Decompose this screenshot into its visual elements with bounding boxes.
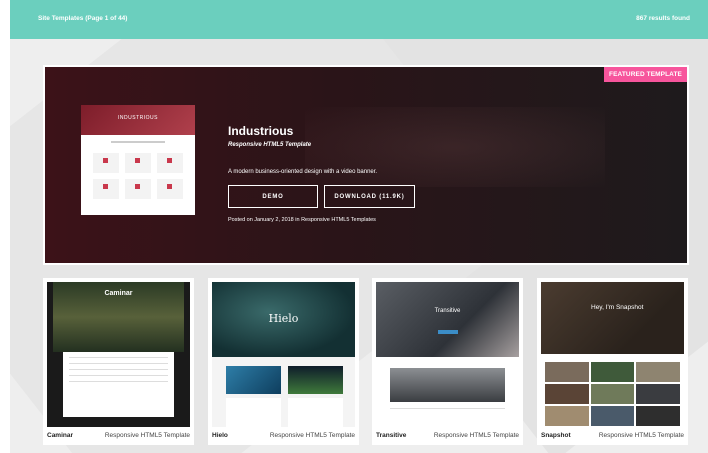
demo-button[interactable]: DEMO xyxy=(228,185,318,208)
template-name[interactable]: Caminar xyxy=(47,432,73,439)
preview-image xyxy=(288,366,343,394)
template-type: Responsive HTML5 Template xyxy=(433,432,519,439)
preview-photo-grid xyxy=(545,362,680,426)
template-preview[interactable]: Hey, I'm Snapshot xyxy=(541,282,684,427)
template-card-caminar[interactable]: Caminar Caminar Responsive HTML5 Templat… xyxy=(43,278,194,445)
preview-text-block xyxy=(288,398,343,427)
template-type: Responsive HTML5 Template xyxy=(598,432,684,439)
thumbnail-hero: INDUSTRIOUS xyxy=(81,105,195,135)
featured-template-card[interactable]: FEATURED TEMPLATE INDUSTRIOUS Industriou… xyxy=(43,65,689,265)
template-name[interactable]: Snapshot xyxy=(541,432,571,439)
preview-hero-title: Caminar xyxy=(104,290,133,297)
thumbnail-feature-grid xyxy=(81,143,195,199)
preview-text-block xyxy=(226,398,281,427)
template-preview[interactable]: Hielo xyxy=(212,282,355,427)
preview-hero: Caminar xyxy=(53,282,184,352)
preview-hero: Transitive xyxy=(376,282,519,357)
featured-badge: FEATURED TEMPLATE xyxy=(604,67,687,82)
preview-hero-title: Hielo xyxy=(268,312,299,325)
results-count: 867 results found xyxy=(636,15,690,22)
preview-hero-title: Hey, I'm Snapshot xyxy=(591,304,644,311)
template-preview[interactable]: Caminar xyxy=(47,282,190,427)
preview-hero-title: Transitive xyxy=(434,308,461,314)
preview-divider xyxy=(390,408,505,409)
page-title: Site Templates (Page 1 of 44) xyxy=(38,15,128,22)
featured-banner: FEATURED TEMPLATE INDUSTRIOUS Industriou… xyxy=(45,67,687,263)
download-button[interactable]: DOWNLOAD (11.9K) xyxy=(324,185,415,208)
template-type: Responsive HTML5 Template xyxy=(269,432,355,439)
featured-description: A modern business-oriented design with a… xyxy=(228,169,378,175)
template-card-transitive[interactable]: Transitive Transitive Responsive HTML5 T… xyxy=(372,278,523,445)
template-name[interactable]: Transitive xyxy=(376,432,406,439)
preview-body xyxy=(63,352,174,417)
header-bar: Site Templates (Page 1 of 44) 867 result… xyxy=(10,0,708,39)
preview-hero: Hey, I'm Snapshot xyxy=(541,282,684,354)
thumbnail-hero-label: INDUSTRIOUS xyxy=(118,115,158,121)
template-card-snapshot[interactable]: Hey, I'm Snapshot Snapshot Responsive HT… xyxy=(537,278,688,445)
template-preview[interactable]: Transitive xyxy=(376,282,519,427)
page-background: Site Templates (Page 1 of 44) 867 result… xyxy=(10,0,708,453)
preview-image xyxy=(390,368,505,402)
featured-subtitle: Responsive HTML5 Template xyxy=(228,142,312,148)
template-type: Responsive HTML5 Template xyxy=(104,432,190,439)
featured-thumbnail[interactable]: INDUSTRIOUS xyxy=(81,105,195,215)
preview-hero: Hielo xyxy=(212,282,355,357)
preview-image xyxy=(226,366,281,394)
template-card-hielo[interactable]: Hielo Hielo Responsive HTML5 Template xyxy=(208,278,359,445)
template-name[interactable]: Hielo xyxy=(212,432,228,439)
featured-title[interactable]: Industrious xyxy=(228,124,293,138)
featured-posted-info: Posted on January 2, 2018 in Responsive … xyxy=(228,217,376,223)
